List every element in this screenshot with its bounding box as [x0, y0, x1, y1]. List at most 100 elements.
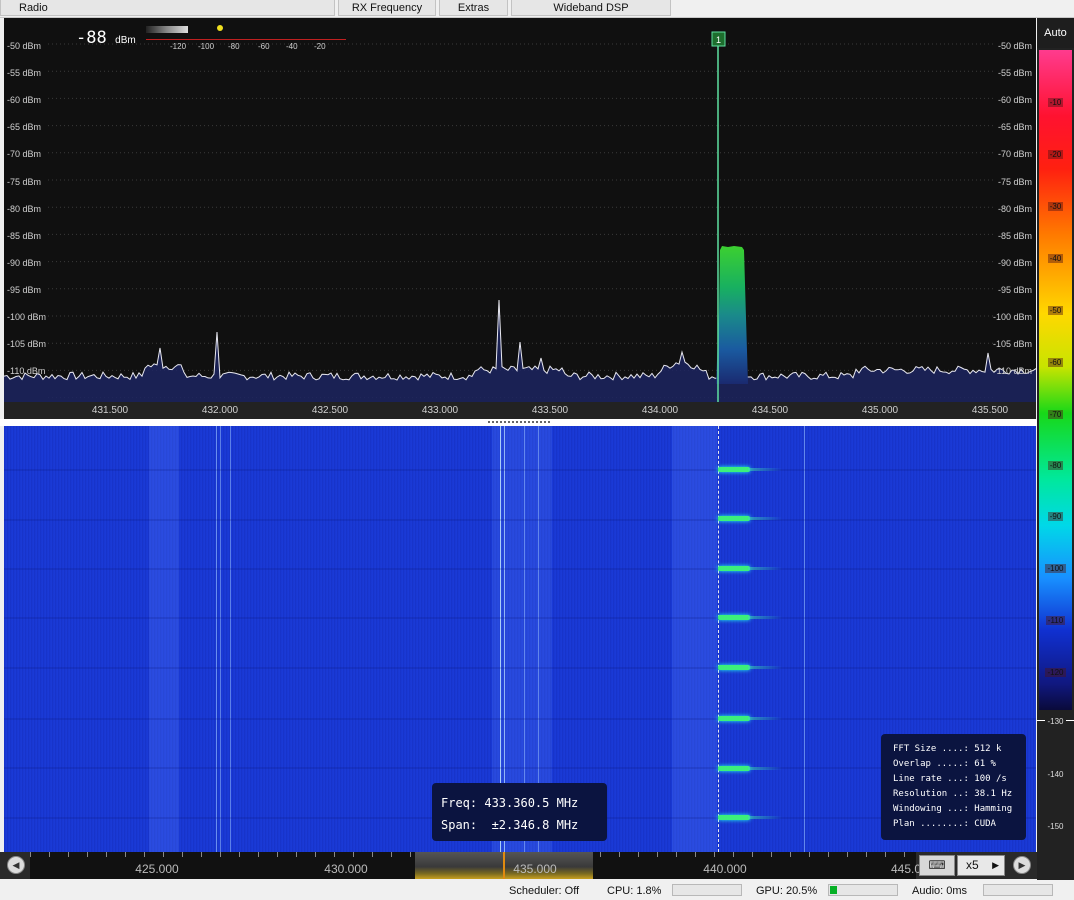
db-label: -50 dBm	[997, 41, 1032, 51]
auto-range-button[interactable]: Auto	[1037, 18, 1074, 48]
scroll-right-button[interactable]: ▶	[1013, 856, 1031, 874]
color-tick: -30	[1047, 202, 1064, 211]
scroll-thumb[interactable]	[415, 852, 593, 879]
tab-bar: Radio RX Frequency Extras Wideband DSP	[0, 0, 1074, 18]
meter-tick: -120	[170, 42, 187, 51]
waterfall-burst	[718, 815, 750, 820]
db-label: -80 dBm	[997, 204, 1032, 214]
tab-wideband-dsp[interactable]: Wideband DSP	[511, 0, 671, 16]
color-tick: -70	[1047, 410, 1064, 419]
color-tick: -50	[1047, 306, 1064, 315]
panel-splitter[interactable]	[0, 419, 1037, 426]
db-label: -110 dBm	[7, 366, 46, 376]
frequency-axis[interactable]: 431.500 432.000 432.500 433.000 433.500 …	[4, 402, 1036, 419]
db-label: -105 dBm	[992, 339, 1032, 349]
db-label: -75 dBm	[7, 177, 42, 187]
waterfall-burst	[718, 665, 750, 670]
db-label: -60 dBm	[7, 95, 42, 105]
waterfall-burst	[718, 766, 750, 771]
waterfall-row-band	[4, 718, 1036, 720]
color-gradient[interactable]	[1039, 50, 1072, 710]
waterfall-row-band	[4, 469, 1036, 471]
color-tick: -150	[1047, 822, 1064, 831]
waterfall-burst-tail	[748, 767, 782, 770]
spectrum-svg: 1	[4, 31, 1036, 402]
zoom-selector[interactable]: x5 ▶	[957, 855, 1005, 876]
splitter-grip[interactable]	[488, 421, 550, 425]
tab-rx-frequency[interactable]: RX Frequency	[338, 0, 436, 16]
audio-status: Audio: 0ms	[912, 885, 968, 897]
color-tick: -40	[1047, 254, 1064, 263]
scroll-freq-label: 425.000	[135, 862, 179, 876]
audio-level-bar	[983, 884, 1053, 896]
color-tick: -80	[1047, 461, 1064, 470]
fft-resolution: Resolution ..: 38.1 Hz	[893, 789, 1013, 799]
meter-tick: -40	[286, 42, 298, 51]
db-label: -85 dBm	[7, 231, 42, 241]
spectrum-grid	[48, 43, 994, 399]
freq-label: 434.500	[751, 405, 789, 416]
waterfall-burst-tail	[748, 567, 782, 570]
waterfall-burst-tail	[748, 816, 782, 819]
waterfall-burst-tail	[748, 616, 782, 619]
waterfall-burst-tail	[748, 666, 782, 669]
cursor-span: Span: ±2.346.8 MHz	[441, 818, 579, 832]
db-label: -70 dBm	[997, 149, 1032, 159]
cursor-freq: Freq: 433.360.5 MHz	[441, 796, 579, 810]
waterfall-burst-tail	[748, 517, 782, 520]
color-tick: -120	[1045, 668, 1066, 677]
cpu-status: CPU: 1.8%	[607, 885, 662, 897]
meter-tick: -80	[228, 42, 240, 51]
signal-meter: -120 -100 -80 -60 -40 -20	[146, 25, 346, 51]
freq-label: 432.500	[311, 405, 349, 416]
cpu-usage-bar	[672, 884, 742, 896]
db-label: -80 dBm	[7, 204, 42, 214]
freq-label: 432.000	[201, 405, 239, 416]
waterfall-row-band	[4, 568, 1036, 570]
db-label: -85 dBm	[997, 231, 1032, 241]
scroll-track[interactable]: 425.000 430.000 435.000 440.000 445.0	[30, 852, 921, 879]
waterfall-row-band	[4, 667, 1036, 669]
color-tick: -140	[1047, 770, 1064, 779]
db-label: -90 dBm	[997, 258, 1032, 268]
waterfall-burst	[718, 516, 750, 521]
color-tick: -130	[1045, 717, 1066, 726]
waterfall-band-left	[149, 426, 179, 852]
fft-size: FFT Size ....: 512 k	[893, 744, 1002, 754]
meter-tick: -20	[314, 42, 326, 51]
tab-radio[interactable]: Radio	[0, 0, 335, 16]
freq-label: 433.000	[421, 405, 459, 416]
color-tick: -90	[1047, 512, 1064, 521]
keyboard-button[interactable]: ⌨	[919, 855, 955, 876]
zoom-value: x5	[966, 858, 979, 872]
signal-channel-fill	[716, 246, 748, 384]
waterfall-carrier-line	[230, 426, 231, 852]
fft-plan: Plan ........: CUDA	[893, 819, 996, 829]
fft-windowing: Windowing ...: Hamming	[893, 804, 1013, 814]
tab-extras[interactable]: Extras	[439, 0, 508, 16]
freq-label: 434.000	[641, 405, 679, 416]
color-scale-bar[interactable]: Auto -10 -20 -30 -40 -50 -60 -70 -80 -90…	[1037, 18, 1074, 880]
waterfall-burst	[718, 467, 750, 472]
power-readout: -88 dBm	[76, 28, 136, 48]
waterfall-band-right	[672, 426, 717, 852]
db-label: -95 dBm	[997, 285, 1032, 295]
db-label: -70 dBm	[7, 149, 42, 159]
scroll-freq-label: 445.0	[890, 862, 922, 876]
scheduler-status: Scheduler: Off	[509, 885, 580, 897]
freq-label: 435.000	[861, 405, 899, 416]
waterfall-carrier-line	[220, 426, 221, 852]
scroll-left-button[interactable]: ◀	[7, 856, 25, 874]
status-bar: Scheduler: Off CPU: 1.8% GPU: 20.5% Audi…	[0, 880, 1074, 900]
color-tick: -100	[1045, 564, 1066, 573]
noise-floor-fill	[4, 300, 1036, 402]
scroll-freq-label: 440.000	[703, 862, 747, 876]
freq-label: 431.500	[91, 405, 129, 416]
spectrum-display[interactable]: 1 -50 dBm -55 dBm -60 dBm -65 dBm -70 dB…	[4, 18, 1036, 402]
db-label: -90 dBm	[7, 258, 42, 268]
frequency-scrollbar[interactable]: ◀ 425.000 430.000 435.000 440.000 445.0 …	[0, 852, 1037, 879]
scroll-freq-label: 435.000	[513, 862, 557, 876]
meter-tick: -60	[258, 42, 270, 51]
db-label: -100 dBm	[7, 312, 47, 322]
color-tick: -20	[1047, 150, 1064, 159]
